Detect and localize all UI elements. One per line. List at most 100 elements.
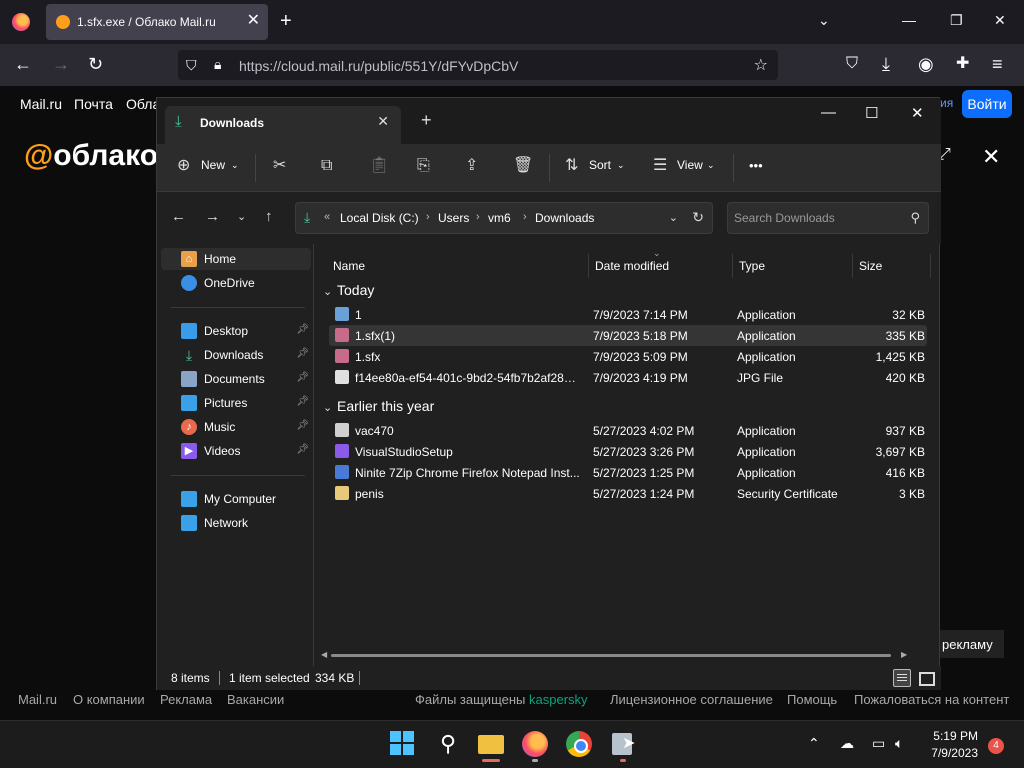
sidebar-item-music[interactable]: ♪ Music 📌︎ bbox=[161, 416, 311, 438]
bookmark-star-icon[interactable]: ☆ bbox=[754, 55, 768, 75]
column-header-size[interactable]: Size bbox=[853, 252, 931, 278]
chevron-up-icon[interactable]: ⌃ bbox=[808, 735, 820, 752]
sort-icon[interactable]: ⇅ bbox=[565, 156, 578, 176]
details-view-icon[interactable] bbox=[893, 669, 911, 687]
breadcrumb-downloads[interactable]: Downloads bbox=[535, 211, 594, 225]
sidebar-item-desktop[interactable]: Desktop 📌︎ bbox=[161, 320, 311, 342]
chevron-down-icon[interactable]: ⌄ bbox=[323, 285, 332, 298]
footer-link-ads[interactable]: Реклама bbox=[160, 692, 212, 707]
file-row[interactable]: penis 5/27/2023 1:24 PM Security Certifica… bbox=[329, 483, 927, 504]
login-button[interactable]: Войти bbox=[962, 90, 1012, 118]
pin-icon[interactable]: 📌︎ bbox=[296, 420, 309, 431]
delete-icon[interactable]: 🗑︎ bbox=[513, 156, 533, 176]
pin-icon[interactable]: 📌︎ bbox=[296, 372, 309, 383]
sidebar-item-home[interactable]: ⌂ Home bbox=[161, 248, 311, 270]
sidebar-item-documents[interactable]: Documents 📌︎ bbox=[161, 368, 311, 390]
cut-icon[interactable]: ✂ bbox=[273, 156, 286, 176]
new-button[interactable]: New bbox=[201, 158, 225, 172]
browser-tab[interactable]: 1.sfx.exe / Облако Mail.ru ✕ bbox=[46, 4, 268, 40]
tiles-view-icon[interactable] bbox=[917, 669, 935, 687]
search-icon[interactable]: ⚲ bbox=[910, 210, 920, 226]
chevron-down-icon[interactable]: ⌄ bbox=[231, 160, 239, 171]
pin-icon[interactable]: 📌︎ bbox=[296, 324, 309, 335]
extensions-icon[interactable]: ✚ bbox=[956, 54, 969, 74]
top-link-mail[interactable]: Почта bbox=[74, 96, 113, 112]
search-icon[interactable]: ⚲ bbox=[435, 731, 461, 757]
search-input[interactable] bbox=[734, 209, 904, 227]
view-button[interactable]: View bbox=[677, 158, 703, 172]
pin-icon[interactable]: 📌︎ bbox=[296, 348, 309, 359]
chevron-down-icon[interactable]: ⌄ bbox=[669, 211, 678, 224]
copy-icon[interactable]: ⧉ bbox=[321, 156, 332, 176]
sidebar-item-onedrive[interactable]: OneDrive bbox=[161, 272, 311, 294]
cloud-sync-off-icon[interactable]: ☁ bbox=[840, 735, 854, 752]
file-row[interactable]: vac470 5/27/2023 4:02 PM Application 937 KB bbox=[329, 420, 927, 441]
paste-icon[interactable]: 📋︎ bbox=[369, 156, 389, 176]
report-ad-button[interactable]: рекламу bbox=[938, 630, 1004, 658]
footer-link-jobs[interactable]: Вакансии bbox=[227, 692, 284, 707]
menu-icon[interactable]: ≡ bbox=[992, 54, 1003, 74]
firefox-icon[interactable] bbox=[522, 731, 548, 757]
scroll-right-icon[interactable]: ▶ bbox=[901, 650, 907, 659]
rename-icon[interactable]: ⎘ bbox=[417, 156, 430, 176]
restore-icon[interactable]: ❐ bbox=[950, 12, 963, 29]
sidebar-item-my-computer[interactable]: My Computer bbox=[161, 488, 311, 510]
column-divider[interactable] bbox=[930, 254, 931, 278]
lock-icon[interactable]: 🔒︎ bbox=[214, 56, 221, 73]
close-tab-icon[interactable]: ✕ bbox=[247, 12, 260, 30]
minimize-icon[interactable]: — bbox=[821, 104, 836, 121]
maximize-icon[interactable]: ☐ bbox=[865, 104, 878, 122]
top-link-partial[interactable]: ия bbox=[940, 96, 953, 110]
windows-start-icon[interactable] bbox=[390, 731, 416, 757]
pocket-icon[interactable]: ⛉ bbox=[846, 54, 858, 74]
new-icon[interactable]: ⊕ bbox=[177, 156, 190, 176]
file-row[interactable]: 1 7/9/2023 7:14 PM Application 32 KB bbox=[329, 304, 927, 325]
footer-link-about[interactable]: О компании bbox=[73, 692, 145, 707]
clock-date[interactable]: 7/9/2023 bbox=[916, 746, 978, 760]
new-tab-icon[interactable]: + bbox=[280, 10, 292, 32]
new-tab-icon[interactable]: + bbox=[421, 110, 432, 131]
forward-icon[interactable]: → bbox=[52, 54, 70, 74]
volume-icon[interactable]: 🔈︎ bbox=[895, 735, 903, 752]
file-row[interactable]: 1.sfx(1) 7/9/2023 5:18 PM Application 335 K… bbox=[329, 325, 927, 346]
refresh-icon[interactable]: ↻ bbox=[692, 209, 704, 226]
footer-link-help[interactable]: Помощь bbox=[787, 692, 837, 707]
chevron-down-icon[interactable]: ⌄ bbox=[818, 12, 830, 29]
clock-time[interactable]: 5:19 PM bbox=[926, 729, 978, 743]
up-icon[interactable]: ↑ bbox=[265, 208, 273, 225]
column-header-date[interactable]: Date modified ⌄ bbox=[589, 248, 733, 278]
footer-link-mailru[interactable]: Mail.ru bbox=[18, 692, 57, 707]
file-row[interactable]: Ninite 7Zip Chrome Firefox Notepad Inst.… bbox=[329, 462, 927, 483]
oblako-logo[interactable]: @облако bbox=[24, 139, 158, 173]
forward-icon[interactable]: → bbox=[205, 208, 220, 225]
url-bar[interactable]: ⛉ 🔒︎ https://cloud.mail.ru/public/551Y/d… bbox=[178, 50, 778, 80]
chrome-icon[interactable] bbox=[566, 731, 592, 757]
sidebar-item-downloads[interactable]: ⤓ Downloads 📌︎ bbox=[161, 344, 311, 366]
column-header-name[interactable]: Name bbox=[327, 252, 589, 278]
scroll-left-icon[interactable]: ◀ bbox=[321, 650, 327, 659]
file-row[interactable]: VisualStudioSetup 5/27/2023 3:26 PM Applic… bbox=[329, 441, 927, 462]
sidebar-item-videos[interactable]: ▶ Videos 📌︎ bbox=[161, 440, 311, 462]
more-options-button[interactable]: ••• bbox=[749, 158, 763, 173]
close-tab-icon[interactable]: ✕ bbox=[377, 113, 389, 130]
explorer-tab[interactable]: ⤓ Downloads ✕ bbox=[165, 106, 401, 144]
chevron-down-icon[interactable]: ⌄ bbox=[617, 160, 625, 171]
file-explorer-icon[interactable] bbox=[478, 731, 504, 757]
sidebar-item-network[interactable]: Network bbox=[161, 512, 311, 534]
close-preview-icon[interactable]: ✕ bbox=[982, 144, 1000, 170]
breadcrumb-local-disk[interactable]: Local Disk (C:) bbox=[340, 211, 419, 225]
recent-chevron-icon[interactable]: ⌄ bbox=[237, 210, 246, 223]
breadcrumb-vm6[interactable]: vm6 bbox=[488, 211, 511, 225]
chevron-down-icon[interactable]: ⌄ bbox=[707, 160, 715, 171]
close-window-icon[interactable]: ✕ bbox=[994, 12, 1006, 29]
url-text[interactable]: https://cloud.mail.ru/public/551Y/dFYvDp… bbox=[239, 58, 518, 74]
chevron-down-icon[interactable]: ⌄ bbox=[323, 401, 332, 414]
sidebar-item-pictures[interactable]: Pictures 📌︎ bbox=[161, 392, 311, 414]
horizontal-scrollbar[interactable] bbox=[331, 654, 891, 657]
share-icon[interactable]: ⇪ bbox=[465, 156, 478, 176]
footer-link-report[interactable]: Пожаловаться на контент bbox=[854, 692, 1009, 707]
close-window-icon[interactable]: ✕ bbox=[911, 104, 924, 122]
breadcrumb-users[interactable]: Users bbox=[438, 211, 469, 225]
pin-icon[interactable]: 📌︎ bbox=[296, 444, 309, 455]
sort-button[interactable]: Sort bbox=[589, 158, 611, 172]
